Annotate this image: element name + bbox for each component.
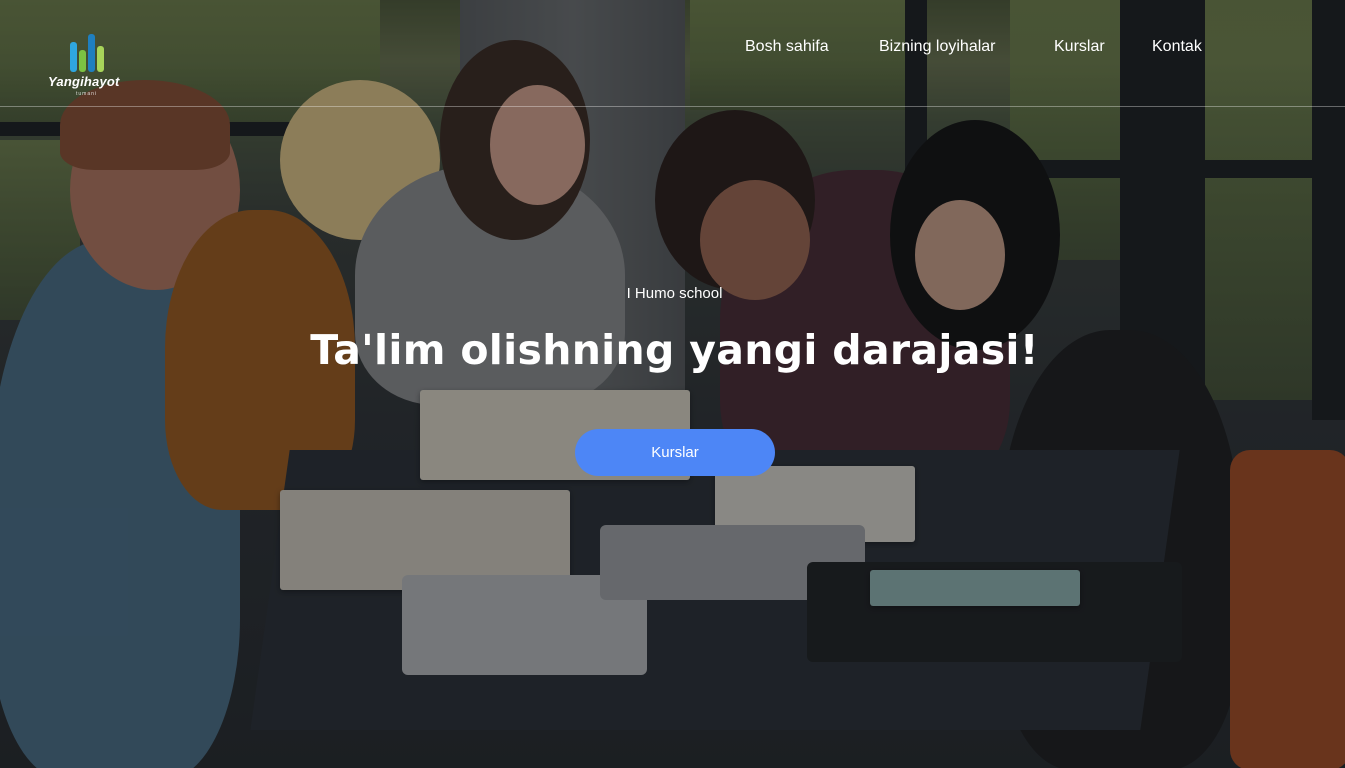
nav-link-projects[interactable]: Bizning loyihalar — [879, 38, 996, 56]
courses-button[interactable]: Kurslar — [575, 429, 775, 476]
hero-kicker: I Humo school — [626, 285, 723, 302]
nav-link-contact[interactable]: Kontak — [1152, 38, 1202, 56]
logo-name: Yangihayot — [48, 74, 120, 89]
logo-subtitle: tumani — [76, 91, 98, 97]
logo-mark-icon — [70, 30, 110, 72]
logo[interactable]: Yangihayot tumani — [46, 30, 136, 100]
hero-title: Ta'lim olishning yangi darajasi! — [310, 326, 1039, 374]
nav-link-home[interactable]: Bosh sahifa — [745, 38, 829, 56]
site-header: Yangihayot tumani Bosh sahifa Bizning lo… — [0, 0, 1345, 107]
nav-link-courses[interactable]: Kurslar — [1054, 38, 1105, 56]
hero-background-photo — [0, 0, 1345, 768]
